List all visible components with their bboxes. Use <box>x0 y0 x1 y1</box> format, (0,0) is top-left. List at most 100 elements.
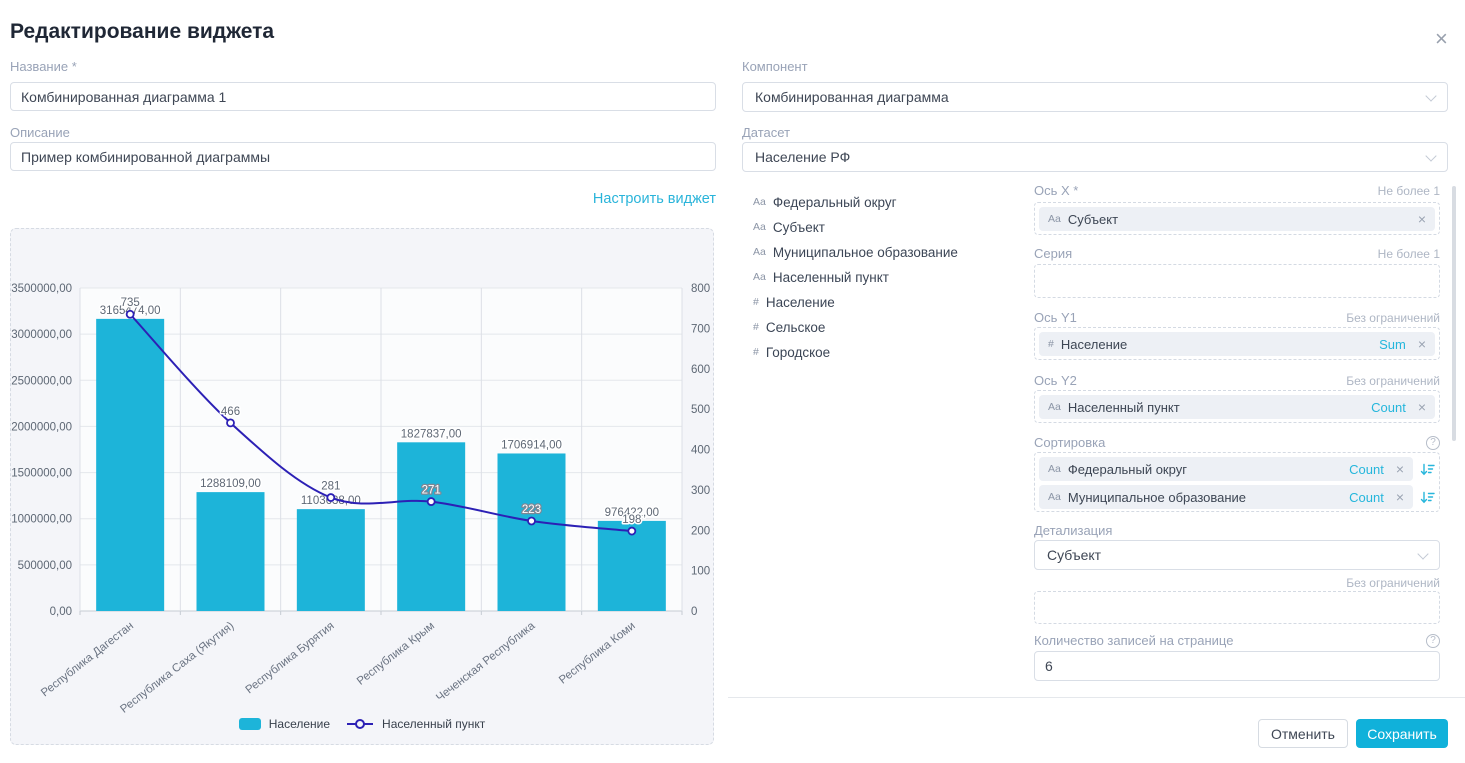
field-type-icon: # <box>1048 338 1054 350</box>
y2-dropzone[interactable]: Aa Населенный пункт Count × <box>1034 390 1440 423</box>
svg-text:Республика Дагестан: Республика Дагестан <box>39 620 136 699</box>
x-axis-label: Ось X * <box>1034 183 1078 198</box>
sort-direction-icon[interactable] <box>1420 462 1435 477</box>
svg-text:3500000,00: 3500000,00 <box>11 283 72 295</box>
svg-text:735: 735 <box>121 297 140 309</box>
cancel-button[interactable]: Отменить <box>1258 719 1348 748</box>
chevron-down-icon <box>1425 150 1436 161</box>
field-item[interactable]: # Городское <box>753 342 830 362</box>
aggregation-selector[interactable]: Count <box>1371 400 1406 415</box>
field-type-icon: Aa <box>1048 213 1061 225</box>
component-value: Комбинированная диаграмма <box>755 89 949 105</box>
field-type-icon: Aa <box>1048 491 1061 503</box>
field-type-icon: Aa <box>753 246 766 258</box>
field-label: Субъект <box>773 220 825 235</box>
aggregation-selector[interactable]: Count <box>1349 462 1384 477</box>
edit-widget-dialog: Редактирование виджета × Название * Опис… <box>0 0 1465 763</box>
aggregation-selector[interactable]: Sum <box>1379 337 1406 352</box>
svg-text:0: 0 <box>691 606 697 618</box>
field-type-icon: Aa <box>1048 401 1061 413</box>
sorting-dropzone[interactable]: Aa Федеральный округ Count × Aa Муниципа… <box>1034 452 1440 512</box>
bar-legend-label[interactable]: Население <box>269 717 330 731</box>
page-size-input[interactable] <box>1034 651 1440 681</box>
svg-text:Республика Крым: Республика Крым <box>355 620 437 688</box>
sorting-chip[interactable]: Aa Муниципальное образование Count × <box>1039 485 1413 509</box>
svg-text:281: 281 <box>321 481 340 493</box>
chart-preview-panel: 0,00500000,001000000,001500000,002000000… <box>10 228 714 745</box>
svg-text:271: 271 <box>422 485 441 497</box>
remove-icon[interactable]: × <box>1418 212 1426 226</box>
component-label: Компонент <box>742 59 808 74</box>
field-item[interactable]: # Население <box>753 292 835 312</box>
description-label: Описание <box>10 125 70 140</box>
svg-text:3000000,00: 3000000,00 <box>11 329 72 341</box>
bar-legend-swatch[interactable] <box>239 718 261 730</box>
svg-text:2500000,00: 2500000,00 <box>11 375 72 387</box>
svg-text:200: 200 <box>691 525 710 537</box>
chip-label: Федеральный округ <box>1068 462 1187 477</box>
extra-dropzone[interactable] <box>1034 591 1440 624</box>
svg-text:223: 223 <box>522 504 541 516</box>
field-label: Население <box>766 295 835 310</box>
svg-text:Республика Саха (Якутия): Республика Саха (Якутия) <box>118 620 236 716</box>
svg-text:400: 400 <box>691 445 710 457</box>
help-icon[interactable]: ? <box>1426 634 1440 648</box>
help-icon[interactable]: ? <box>1426 436 1440 450</box>
y2-chip[interactable]: Aa Населенный пункт Count × <box>1039 395 1435 419</box>
configure-widget-link[interactable]: Настроить виджет <box>593 191 716 207</box>
svg-text:Республика Коми: Республика Коми <box>557 620 638 687</box>
field-item[interactable]: Aa Субъект <box>753 217 825 237</box>
dataset-select[interactable]: Население РФ <box>742 142 1448 172</box>
field-type-icon: # <box>753 346 759 358</box>
field-item[interactable]: Aa Населенный пункт <box>753 267 889 287</box>
aggregation-selector[interactable]: Count <box>1349 490 1384 505</box>
field-label: Федеральный округ <box>773 195 897 210</box>
field-label: Сельское <box>766 320 826 335</box>
series-limit: Не более 1 <box>1378 247 1440 261</box>
svg-text:500: 500 <box>691 404 710 416</box>
sorting-chip[interactable]: Aa Федеральный округ Count × <box>1039 457 1413 481</box>
x-axis-dropzone[interactable]: Aa Субъект × <box>1034 202 1440 235</box>
remove-icon[interactable]: × <box>1396 462 1404 476</box>
line-legend-label[interactable]: Населенный пункт <box>382 717 485 731</box>
remove-icon[interactable]: × <box>1418 337 1426 351</box>
scrollbar[interactable] <box>1452 186 1456 441</box>
detail-label: Детализация <box>1034 523 1112 538</box>
field-type-icon: Aa <box>753 221 766 233</box>
field-type-icon: # <box>753 296 759 308</box>
y1-axis-label: Ось Y1 <box>1034 310 1077 325</box>
chip-label: Население <box>1061 337 1127 352</box>
line-legend-symbol[interactable] <box>346 718 374 730</box>
field-item[interactable]: # Сельское <box>753 317 825 337</box>
field-label: Городское <box>766 345 830 360</box>
svg-text:Чеченская Республика: Чеченская Республика <box>434 620 538 705</box>
svg-text:800: 800 <box>691 283 710 295</box>
svg-text:1827837,00: 1827837,00 <box>401 428 462 440</box>
field-type-icon: Aa <box>753 196 766 208</box>
field-item[interactable]: Aa Муниципальное образование <box>753 242 958 262</box>
extra-limit: Без ограничений <box>1034 576 1440 590</box>
description-input[interactable] <box>10 142 716 171</box>
save-button[interactable]: Сохранить <box>1356 719 1448 748</box>
svg-text:500000,00: 500000,00 <box>18 560 72 572</box>
remove-icon[interactable]: × <box>1418 400 1426 414</box>
svg-text:100: 100 <box>691 566 710 578</box>
dataset-label: Датасет <box>742 125 790 140</box>
y1-dropzone[interactable]: # Население Sum × <box>1034 327 1440 360</box>
x-axis-chip[interactable]: Aa Субъект × <box>1039 207 1435 231</box>
name-input[interactable] <box>10 82 716 111</box>
sorting-label: Сортировка <box>1034 435 1105 450</box>
svg-text:1706914,00: 1706914,00 <box>501 439 562 451</box>
component-select[interactable]: Комбинированная диаграмма <box>742 82 1448 112</box>
svg-text:1000000,00: 1000000,00 <box>11 514 72 526</box>
remove-icon[interactable]: × <box>1396 490 1404 504</box>
chevron-down-icon <box>1417 548 1428 559</box>
series-dropzone[interactable] <box>1034 264 1440 298</box>
close-icon[interactable]: × <box>1435 28 1448 50</box>
field-item[interactable]: Aa Федеральный округ <box>753 192 897 212</box>
sort-direction-icon[interactable] <box>1420 490 1435 505</box>
detail-select[interactable]: Субъект <box>1034 540 1440 570</box>
combo-chart: 0,00500000,001000000,001500000,002000000… <box>11 229 713 744</box>
svg-text:300: 300 <box>691 485 710 497</box>
y1-chip[interactable]: # Население Sum × <box>1039 332 1435 356</box>
